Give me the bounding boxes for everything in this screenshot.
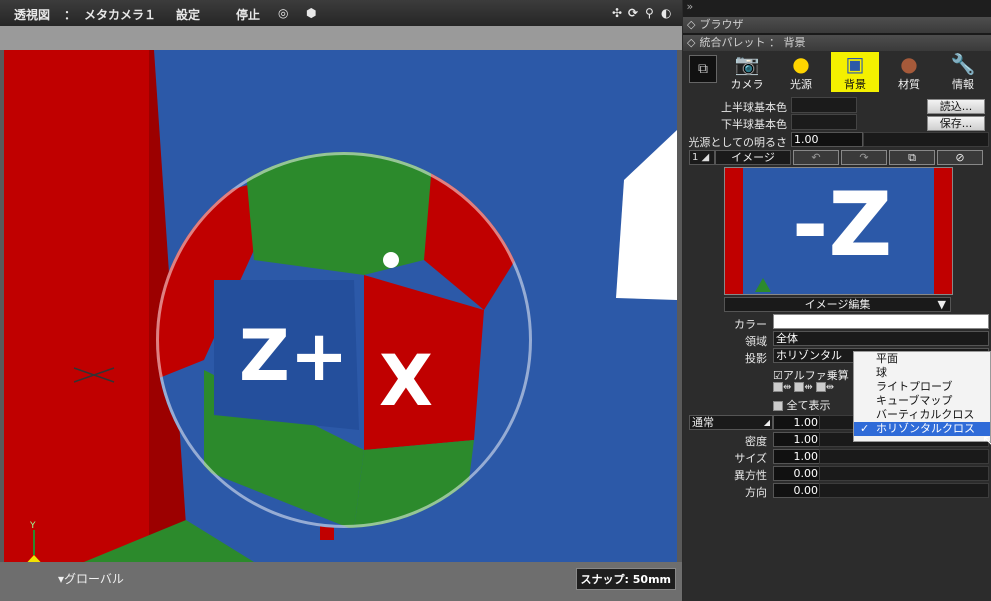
layer-copy-icon[interactable]: ⧉ <box>889 150 935 165</box>
viewport-strip <box>0 26 682 50</box>
axis-y-label: Y <box>29 521 36 531</box>
brightness-slider[interactable] <box>863 132 989 147</box>
region-label: 領域 <box>745 335 767 348</box>
tab-light[interactable]: ● 光源 <box>777 52 825 92</box>
wrench-icon: 🔧 <box>950 52 976 76</box>
color-label: カラー <box>734 318 767 331</box>
viewport-toolbar: 透視図 ： メタカメラ１ 設定 停止 ◎ ⬢ ✣ ⟳ ⚲ ◐ <box>0 0 682 26</box>
menu-item-cube-map[interactable]: キューブマップ <box>854 394 990 408</box>
anisotropy-slider[interactable] <box>819 466 989 481</box>
menu-item-sphere[interactable]: 球 <box>854 366 990 380</box>
camera-icon: 📷 <box>734 52 760 76</box>
lower-color-label: 下半球基本色 <box>721 118 787 131</box>
blend-mode-select[interactable]: 通常 ◢ <box>689 415 773 430</box>
brightness-label: 光源としての明るさ <box>688 136 787 149</box>
density-input[interactable]: 1.00 <box>773 432 821 447</box>
svg-text:Z+: Z+ <box>239 315 348 397</box>
viewport[interactable]: 透視図 ： メタカメラ１ 設定 停止 ◎ ⬢ ✣ ⟳ ⚲ ◐ Z+ X Y ▾グ… <box>0 0 682 601</box>
save-button[interactable]: 保存... <box>927 116 985 131</box>
size-input[interactable]: 1.00 <box>773 449 821 464</box>
region-select[interactable]: 全体 <box>773 331 989 346</box>
collapse-diamond-icon: ◇ <box>687 18 696 31</box>
tab-info[interactable]: 🔧 情報 <box>939 52 987 92</box>
brightness-input[interactable]: 1.00 <box>791 132 863 147</box>
light-icon: ● <box>792 52 810 76</box>
cube-icon[interactable]: ⬢ <box>306 6 316 20</box>
background-icon: ▣ <box>845 52 865 76</box>
layer-type-menu[interactable]: イメージ <box>715 150 791 165</box>
upper-color-label: 上半球基本色 <box>721 101 787 114</box>
rotate-icon[interactable]: ⟳ <box>628 6 638 20</box>
checkmark-icon: ✓ <box>860 422 870 435</box>
blend-value-input[interactable]: 1.00 <box>773 415 821 430</box>
alpha-multiply-checkbox[interactable]: ☑アルファ乗算 <box>773 367 849 383</box>
anisotropy-input[interactable]: 0.00 <box>773 466 821 481</box>
material-icon: ● <box>900 52 918 76</box>
panel-collapse-icon[interactable]: » <box>683 0 991 17</box>
direction-label: 方向 <box>745 486 767 499</box>
collapse-diamond-icon: ◇ <box>687 36 696 49</box>
coordinate-mode-menu[interactable]: ▾グローバル <box>58 570 124 587</box>
projection-dropdown-menu: 平面 球 ライトプローブ キューブマップ バーティカルクロス ✓ ホリゾンタルクロ… <box>853 351 991 442</box>
viewport-statusbar: ▾グローバル スナップ: 50mm <box>0 562 682 601</box>
svg-text:X: X <box>379 340 433 422</box>
lower-color-swatch[interactable] <box>791 114 857 130</box>
menu-item-horizontal-cross[interactable]: ✓ ホリゾンタルクロス <box>854 422 990 436</box>
tab-background[interactable]: ▣ 背景 <box>831 52 879 92</box>
tab-camera[interactable]: 📷 カメラ <box>723 52 771 92</box>
projection-label: 投影 <box>745 352 767 365</box>
stop-button[interactable]: 停止 <box>236 6 260 23</box>
globe-icon[interactable]: ◐ <box>661 6 671 20</box>
move-icon[interactable]: ✣ <box>612 6 622 20</box>
layer-redo-icon[interactable]: ↷ <box>841 150 887 165</box>
scene-render: Z+ X Y <box>4 50 677 562</box>
layer-undo-icon[interactable]: ↶ <box>793 150 839 165</box>
browser-header[interactable]: ◇ ブラウザ <box>683 17 991 33</box>
direction-input[interactable]: 0.00 <box>773 483 821 498</box>
menu-item-vertical-cross[interactable]: バーティカルクロス <box>854 408 990 422</box>
upper-color-swatch[interactable] <box>791 97 857 113</box>
size-slider[interactable] <box>819 449 989 464</box>
camera-menu[interactable]: メタカメラ１ <box>84 6 156 23</box>
palette-menu-icon[interactable]: ⧉ <box>689 55 717 83</box>
view-menu[interactable]: 透視図 <box>14 6 50 23</box>
layer-index-menu[interactable]: 1 ◢ <box>689 150 715 165</box>
mouse-cursor-icon: ↖ <box>982 433 991 449</box>
load-button[interactable]: 読込... <box>927 99 985 114</box>
alignment-buttons[interactable]: ⇹ ⇹ ⇹ <box>773 382 837 393</box>
settings-menu[interactable]: 設定 <box>176 6 200 23</box>
menu-item-light-probe[interactable]: ライトプローブ <box>854 380 990 394</box>
anisotropy-label: 異方性 <box>734 469 767 482</box>
density-label: 密度 <box>745 435 767 448</box>
menu-item-plane[interactable]: 平面 <box>854 352 990 366</box>
layer-delete-icon[interactable]: ⊘ <box>937 150 983 165</box>
zoom-icon[interactable]: ⚲ <box>645 6 654 20</box>
image-edit-menu[interactable]: イメージ編集 ▼ <box>724 297 951 312</box>
right-panel: » ◇ ブラウザ ◇ 統合パレット ： 背景 ⧉ 📷 カメラ ● 光源 ▣ 背景 ● 材質 … <box>683 0 991 601</box>
snap-display[interactable]: スナップ: 50mm <box>575 568 676 590</box>
target-icon[interactable]: ◎ <box>278 6 288 20</box>
dropdown-arrow-icon: ▼ <box>937 298 946 311</box>
show-all-checkbox[interactable]: 全て表示 <box>773 397 831 413</box>
image-preview[interactable]: -Z <box>724 167 953 295</box>
direction-slider[interactable] <box>819 483 989 498</box>
tab-material[interactable]: ● 材質 <box>885 52 933 92</box>
global-label: グローバル <box>64 572 124 586</box>
palette-header[interactable]: ◇ 統合パレット ： 背景 <box>683 35 991 51</box>
3d-scene[interactable]: Z+ X Y <box>4 50 677 562</box>
size-label: サイズ <box>734 452 767 465</box>
preview-label: -Z <box>791 173 893 276</box>
color-swatch[interactable] <box>773 314 989 329</box>
